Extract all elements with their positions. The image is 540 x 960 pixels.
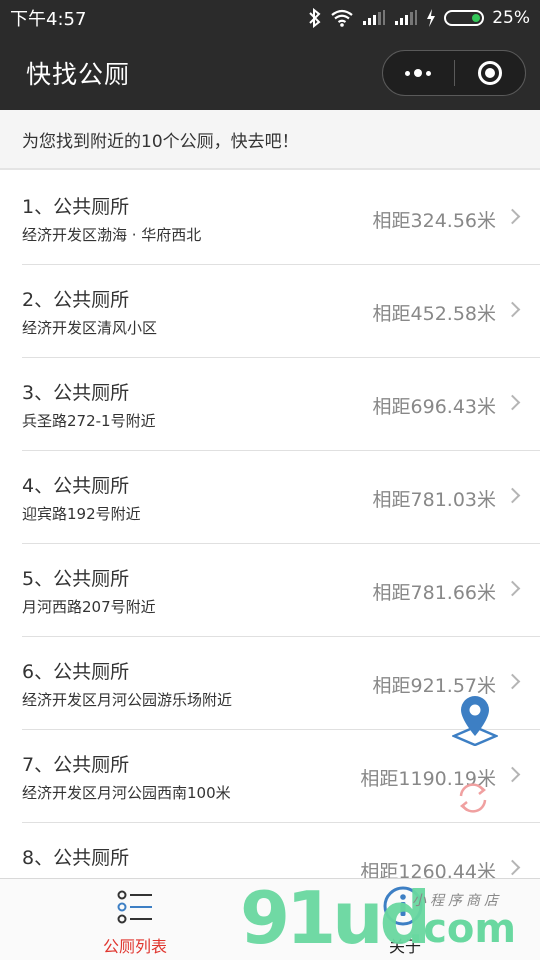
tab-bar: 公厕列表 关于 [0, 878, 540, 960]
toilet-name: 2、公共厕所 [22, 289, 130, 311]
more-button[interactable] [383, 51, 454, 95]
result-notice: 为您找到附近的10个公厕，快去吧！ [0, 110, 540, 170]
page-title: 快找公厕 [26, 60, 131, 89]
toilet-address: 经济开发区渤海 · 华府西北 [22, 226, 202, 244]
toilet-address: 经济开发区清风小区 [22, 319, 158, 337]
info-icon [383, 886, 423, 926]
signal-icon [394, 10, 418, 26]
mini-program-capsule [382, 50, 526, 96]
list-icon [117, 890, 152, 924]
battery-percent: 25% [492, 8, 530, 28]
app-header: 快找公厕 [0, 36, 540, 110]
target-icon [477, 61, 502, 85]
toilet-name: 7、公共厕所 [22, 754, 130, 776]
more-dots-icon [405, 69, 432, 77]
status-icons: 25% [308, 8, 530, 28]
bluetooth-icon [308, 8, 322, 28]
toilet-distance: 相距781.03米 [372, 489, 496, 511]
chevron-right-icon [504, 208, 521, 225]
toilet-row[interactable]: 3、公共厕所 兵圣路272-1号附近 相距696.43米 [22, 358, 540, 451]
toilet-name: 1、公共厕所 [22, 196, 130, 218]
toilet-name: 4、公共厕所 [22, 475, 130, 497]
toilet-address: 月河西路207号附近 [22, 598, 156, 616]
charging-icon [426, 9, 436, 27]
toilet-name: 8、公共厕所 [22, 847, 130, 869]
signal-icon [362, 10, 386, 26]
status-time: 下午4:57 [10, 9, 87, 30]
toilet-address: 经济开发区月河公园西南100米 [22, 784, 231, 802]
wifi-icon [330, 9, 354, 27]
toilet-name: 6、公共厕所 [22, 661, 130, 683]
chevron-right-icon [504, 394, 521, 411]
chevron-right-icon [504, 766, 521, 783]
chevron-right-icon [504, 859, 521, 876]
chevron-right-icon [504, 580, 521, 597]
close-button[interactable] [455, 51, 526, 95]
toilet-distance: 相距324.56米 [372, 210, 496, 232]
toilet-distance: 相距452.58米 [372, 303, 496, 325]
toilet-row[interactable]: 4、公共厕所 迎宾路192号附近 相距781.03米 [22, 451, 540, 544]
toilet-address: 经济开发区月河公园游乐场附近 [22, 691, 233, 709]
chevron-right-icon [504, 673, 521, 690]
toilet-address: 兵圣路272-1号附近 [22, 412, 156, 430]
toilet-distance: 相距696.43米 [372, 396, 496, 418]
toilet-address: 迎宾路192号附近 [22, 505, 141, 523]
toilet-distance: 相距781.66米 [372, 582, 496, 604]
toilet-name: 3、公共厕所 [22, 382, 130, 404]
toilet-row[interactable]: 2、公共厕所 经济开发区清风小区 相距452.58米 [22, 265, 540, 358]
battery-icon [444, 10, 485, 26]
tab-toilet-list[interactable]: 公厕列表 [0, 879, 270, 960]
toilet-row[interactable]: 1、公共厕所 经济开发区渤海 · 华府西北 相距324.56米 [22, 172, 540, 265]
tab-label: 公厕列表 [102, 937, 167, 956]
locate-button[interactable] [450, 692, 500, 747]
chevron-right-icon [504, 487, 521, 504]
chevron-right-icon [504, 301, 521, 318]
tab-about[interactable]: 关于 [270, 879, 540, 960]
refresh-icon [459, 783, 487, 813]
toilet-row[interactable]: 5、公共厕所 月河西路207号附近 相距781.66米 [22, 544, 540, 637]
status-bar: 下午4:57 25% [0, 0, 540, 36]
refresh-button[interactable] [453, 780, 493, 816]
toilet-name: 5、公共厕所 [22, 568, 130, 590]
map-pin-icon [450, 696, 500, 747]
tab-label: 关于 [388, 937, 421, 956]
